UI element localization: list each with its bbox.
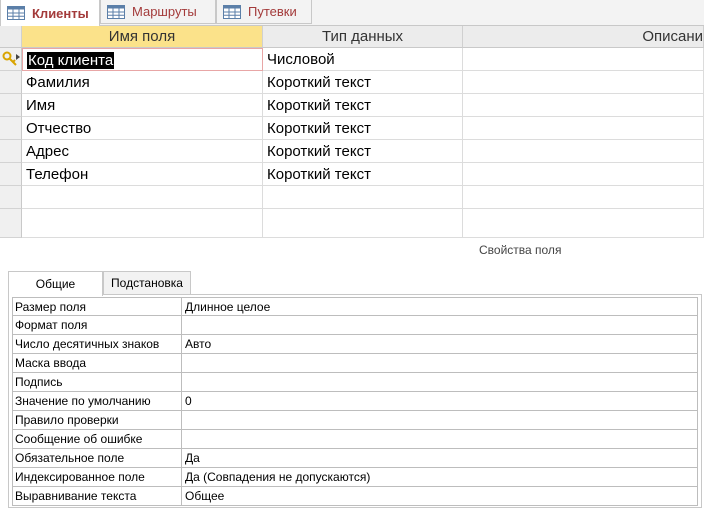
tab-lookup[interactable]: Подстановка	[103, 271, 191, 295]
description-cell[interactable]	[463, 209, 704, 238]
property-label: Выравнивание текста	[13, 487, 182, 505]
corner-header	[0, 26, 22, 48]
property-label: Формат поля	[13, 316, 182, 334]
property-label: Подпись	[13, 373, 182, 391]
data-type-cell[interactable]	[263, 209, 463, 238]
data-type-cell[interactable]	[263, 186, 463, 209]
property-value[interactable]: Авто	[182, 335, 697, 353]
property-row-caption[interactable]: Подпись	[12, 373, 698, 392]
row-selector[interactable]	[0, 186, 22, 209]
data-type-cell[interactable]: Короткий текст	[263, 163, 463, 186]
column-header-field-name[interactable]: Имя поля	[22, 26, 263, 48]
property-row-input-mask[interactable]: Маска ввода	[12, 354, 698, 373]
tab-routes[interactable]: Маршруты	[100, 0, 216, 24]
table-icon	[107, 4, 125, 19]
column-header-data-type[interactable]: Тип данных	[263, 26, 463, 48]
field-row[interactable]: Имя Короткий текст	[0, 94, 704, 117]
property-value[interactable]	[182, 430, 697, 448]
property-label: Значение по умолчанию	[13, 392, 182, 410]
field-properties-title: Свойства поля	[479, 243, 562, 257]
property-row-validation-rule[interactable]: Правило проверки	[12, 411, 698, 430]
table-icon	[223, 4, 241, 19]
property-value[interactable]: Общее	[182, 487, 697, 505]
property-value[interactable]: Да (Совпадения не допускаются)	[182, 468, 697, 486]
row-selector[interactable]	[0, 163, 22, 186]
property-row-indexed[interactable]: Индексированное поле Да (Совпадения не до…	[12, 468, 698, 487]
property-label: Размер поля	[13, 298, 182, 315]
property-row-field-size[interactable]: Размер поля Длинное целое	[12, 297, 698, 316]
field-row[interactable]: Телефон Короткий текст	[0, 163, 704, 186]
data-type-cell[interactable]: Короткий текст	[263, 140, 463, 163]
property-row-validation-text[interactable]: Сообщение об ошибке	[12, 430, 698, 449]
document-tab-bar: Клиенты Маршруты Путевки	[0, 0, 704, 26]
row-selector[interactable]	[0, 48, 22, 71]
data-type-cell[interactable]: Короткий текст	[263, 94, 463, 117]
field-name-text: Код клиента	[27, 52, 115, 69]
description-cell[interactable]	[463, 117, 704, 140]
description-cell[interactable]	[463, 71, 704, 94]
row-selector[interactable]	[0, 140, 22, 163]
field-name-cell[interactable]: Имя	[22, 94, 263, 117]
property-value[interactable]	[182, 411, 697, 429]
description-cell[interactable]	[463, 186, 704, 209]
data-type-cell[interactable]: Числовой	[263, 48, 463, 71]
description-cell[interactable]	[463, 48, 704, 71]
field-row-empty[interactable]	[0, 209, 704, 238]
primary-key-icon	[2, 51, 20, 66]
property-value[interactable]	[182, 373, 697, 391]
tab-label: Маршруты	[132, 4, 197, 19]
field-row[interactable]: Код клиента Числовой	[0, 48, 704, 71]
field-name-cell[interactable]: Отчество	[22, 117, 263, 140]
property-value[interactable]: Да	[182, 449, 697, 467]
column-header-description[interactable]: Описани	[463, 26, 704, 48]
description-cell[interactable]	[463, 94, 704, 117]
property-label: Правило проверки	[13, 411, 182, 429]
property-value[interactable]	[182, 316, 697, 334]
table-icon	[7, 6, 25, 20]
property-row-text-align[interactable]: Выравнивание текста Общее	[12, 487, 698, 506]
property-label: Маска ввода	[13, 354, 182, 372]
tab-label: Клиенты	[32, 5, 89, 21]
tab-clients[interactable]: Клиенты	[0, 0, 100, 26]
property-label: Обязательное поле	[13, 449, 182, 467]
field-row[interactable]: Адрес Короткий текст	[0, 140, 704, 163]
property-value[interactable]: Длинное целое	[182, 298, 697, 315]
field-name-cell[interactable]: Телефон	[22, 163, 263, 186]
row-selector[interactable]	[0, 94, 22, 117]
property-value[interactable]	[182, 354, 697, 372]
property-row-decimal-places[interactable]: Число десятичных знаков Авто	[12, 335, 698, 354]
field-name-cell[interactable]: Код клиента	[22, 48, 263, 71]
field-name-cell[interactable]	[22, 209, 263, 238]
properties-table: Размер поля Длинное целое Формат поля Чис…	[12, 297, 698, 506]
property-label: Сообщение об ошибке	[13, 430, 182, 448]
description-cell[interactable]	[463, 163, 704, 186]
property-row-format[interactable]: Формат поля	[12, 316, 698, 335]
field-row[interactable]: Отчество Короткий текст	[0, 117, 704, 140]
field-name-cell[interactable]: Адрес	[22, 140, 263, 163]
row-selector[interactable]	[0, 117, 22, 140]
data-type-cell[interactable]: Короткий текст	[263, 117, 463, 140]
property-row-required[interactable]: Обязательное поле Да	[12, 449, 698, 468]
property-value[interactable]: 0	[182, 392, 697, 410]
field-row-empty[interactable]	[0, 186, 704, 209]
row-selector[interactable]	[0, 71, 22, 94]
property-label: Индексированное поле	[13, 468, 182, 486]
tab-general[interactable]: Общие	[8, 271, 103, 296]
row-selector[interactable]	[0, 209, 22, 238]
description-cell[interactable]	[463, 140, 704, 163]
data-type-cell[interactable]: Короткий текст	[263, 71, 463, 94]
field-name-cell[interactable]	[22, 186, 263, 209]
tab-label: Путевки	[248, 4, 297, 19]
property-row-default-value[interactable]: Значение по умолчанию 0	[12, 392, 698, 411]
tab-vouchers[interactable]: Путевки	[216, 0, 312, 24]
field-design-grid: Имя поля Тип данных Описани Код клиента …	[0, 26, 704, 238]
field-row[interactable]: Фамилия Короткий текст	[0, 71, 704, 94]
property-label: Число десятичных знаков	[13, 335, 182, 353]
field-name-cell[interactable]: Фамилия	[22, 71, 263, 94]
